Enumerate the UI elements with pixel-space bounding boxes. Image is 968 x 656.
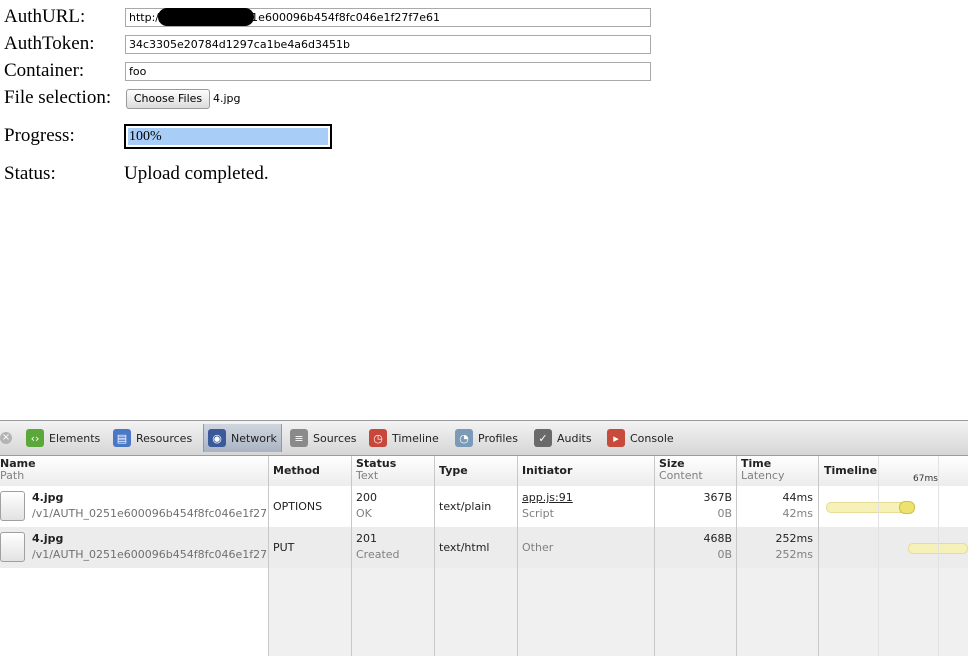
request-latency: 42ms — [782, 507, 813, 520]
request-size: 468B — [703, 532, 732, 545]
request-name[interactable]: 4.jpg — [32, 532, 63, 545]
network-icon: ◉ — [208, 429, 226, 447]
timeline-scale-label: 67ms — [913, 474, 938, 484]
column-separator[interactable] — [818, 456, 819, 656]
resources-icon: ▤ — [113, 429, 131, 447]
close-icon[interactable]: × — [0, 432, 12, 444]
grid-empty-area — [268, 568, 968, 656]
tab-resources[interactable]: ▤ Resources — [113, 426, 192, 450]
sources-icon: ≡ — [290, 429, 308, 447]
request-type: text/plain — [439, 500, 492, 513]
column-time[interactable]: Time Latency — [741, 458, 784, 482]
column-separator[interactable] — [517, 456, 518, 656]
devtools-panel: × ‹› Elements ▤ Resources ◉ Network ≡ Sources ◷ T… — [0, 420, 968, 656]
status-value: Upload completed. — [124, 163, 269, 184]
profiles-icon: ◔ — [455, 429, 473, 447]
request-initiator-link[interactable]: app.js:91 — [522, 491, 573, 504]
column-status[interactable]: Status Text — [356, 458, 396, 482]
column-separator[interactable] — [736, 456, 737, 656]
column-separator[interactable] — [434, 456, 435, 656]
devtools-toolbar: × ‹› Elements ▤ Resources ◉ Network ≡ Sources ◷ T… — [0, 420, 968, 456]
column-initiator[interactable]: Initiator — [522, 464, 572, 477]
document-icon — [0, 491, 25, 521]
network-grid: Name Path Method Status Text Type Initia… — [0, 456, 968, 656]
tab-label: Timeline — [392, 431, 439, 445]
progress-text: 100% — [129, 129, 162, 144]
request-size: 367B — [703, 491, 732, 504]
tab-profiles[interactable]: ◔ Profiles — [455, 426, 518, 450]
timeline-gridline — [878, 456, 879, 656]
tab-label: Profiles — [478, 431, 518, 445]
column-latency-label: Latency — [741, 469, 785, 482]
timeline-bar-receive — [899, 501, 915, 514]
tab-console[interactable]: ▸ Console — [607, 426, 674, 450]
redaction-mark — [158, 8, 254, 26]
tab-label: Elements — [49, 431, 101, 445]
tab-label: Console — [630, 431, 674, 445]
column-type[interactable]: Type — [439, 464, 468, 477]
tab-timeline[interactable]: ◷ Timeline — [369, 426, 439, 450]
console-icon: ▸ — [607, 429, 625, 447]
status-label: Status: — [4, 163, 56, 184]
request-content-size: 0B — [717, 507, 732, 520]
request-initiator-type: Script — [522, 507, 554, 520]
column-name[interactable]: Name Path — [0, 458, 36, 482]
document-icon — [0, 532, 25, 562]
container-label: Container: — [4, 60, 85, 81]
request-method: PUT — [273, 541, 295, 554]
column-path-label: Path — [0, 469, 25, 482]
request-content-size: 0B — [717, 548, 732, 561]
auth-url-label: AuthURL: — [4, 6, 86, 27]
table-row[interactable]: 4.jpg /v1/AUTH_0251e600096b454f8fc046e1f… — [0, 527, 968, 568]
auth-token-label: AuthToken: — [4, 33, 95, 54]
column-method[interactable]: Method — [273, 464, 320, 477]
timeline-gridline — [938, 456, 939, 656]
request-method: OPTIONS — [273, 500, 323, 513]
progress-label: Progress: — [4, 125, 75, 146]
request-status: 200 — [356, 491, 377, 504]
request-status: 201 — [356, 532, 377, 545]
selected-file-name: 4.jpg — [213, 92, 241, 105]
request-name[interactable]: 4.jpg — [32, 491, 63, 504]
request-time: 252ms — [775, 532, 813, 545]
request-path: /v1/AUTH_0251e600096b454f8fc046e1f27 — [32, 548, 266, 561]
progress-bar: 100% — [124, 124, 332, 149]
column-size[interactable]: Size Content — [659, 458, 703, 482]
tab-label: Sources — [313, 431, 357, 445]
request-path: /v1/AUTH_0251e600096b454f8fc046e1f27 — [32, 507, 266, 520]
column-separator[interactable] — [654, 456, 655, 656]
container-input[interactable]: foo — [125, 62, 651, 81]
tab-label: Resources — [136, 431, 193, 445]
request-status-text: OK — [356, 507, 372, 520]
request-type: text/html — [439, 541, 490, 554]
column-separator[interactable] — [268, 456, 269, 656]
table-row[interactable]: 4.jpg /v1/AUTH_0251e600096b454f8fc046e1f… — [0, 486, 968, 527]
request-latency: 252ms — [775, 548, 813, 561]
tab-network[interactable]: ◉ Network — [203, 424, 282, 452]
tab-audits[interactable]: ✓ Audits — [534, 426, 592, 450]
elements-icon: ‹› — [26, 429, 44, 447]
tab-label: Audits — [557, 431, 592, 445]
tab-label: Network — [231, 431, 277, 445]
tab-elements[interactable]: ‹› Elements — [26, 426, 100, 450]
column-content-label: Content — [659, 469, 703, 482]
tab-sources[interactable]: ≡ Sources — [290, 426, 357, 450]
column-text-label: Text — [356, 469, 379, 482]
audits-icon: ✓ — [534, 429, 552, 447]
network-grid-header: Name Path Method Status Text Type Initia… — [0, 456, 968, 487]
choose-files-button[interactable]: Choose Files — [126, 89, 210, 109]
request-time: 44ms — [782, 491, 813, 504]
file-selection-label: File selection: — [4, 87, 112, 108]
request-initiator: Other — [522, 541, 554, 554]
timeline-icon: ◷ — [369, 429, 387, 447]
auth-token-input[interactable]: 34c3305e20784d1297ca1be4a6d3451b — [125, 35, 651, 54]
upload-form: AuthURL: http:// 0/v1/AUTH_0251e600096b4… — [0, 0, 968, 420]
column-separator[interactable] — [351, 456, 352, 656]
request-status-text: Created — [356, 548, 400, 561]
column-timeline[interactable]: Timeline — [824, 464, 877, 477]
